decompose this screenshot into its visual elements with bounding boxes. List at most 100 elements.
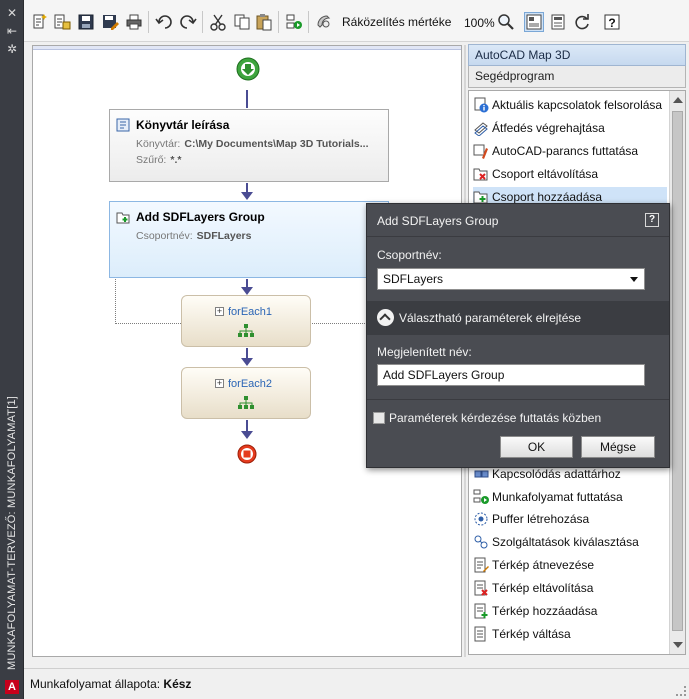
toolbar: Ráközelítés mértéke 100% ? — [24, 0, 689, 42]
flow-connector — [241, 279, 253, 295]
properties-icon[interactable] — [548, 12, 568, 32]
map-switch-icon — [473, 626, 489, 642]
ok-button[interactable]: OK — [500, 436, 573, 458]
activity-properties-popup: Add SDFLayers Group ? Csoportnév: SDFLay… — [366, 203, 670, 468]
activity-list-item-label: Térkép átnevezése — [492, 558, 595, 572]
workflow-end-icon[interactable] — [237, 444, 257, 464]
activity-list-item-label: Térkép hozzáadása — [492, 604, 598, 618]
activity-list-scrollbar[interactable] — [669, 91, 685, 654]
activity-list-item[interactable]: Térkép hozzáadása — [473, 601, 667, 621]
copy-icon[interactable] — [232, 12, 252, 32]
activity-list-item[interactable]: AutoCAD-parancs futtatása — [473, 141, 667, 161]
activity-list-item[interactable]: Átfedés végrehajtása — [473, 118, 667, 138]
activity-list-item[interactable]: Térkép átnevezése — [473, 555, 667, 575]
flow-connector — [241, 420, 253, 439]
flow-connector — [241, 348, 253, 366]
auto-hide-icon[interactable]: ⇤ — [5, 24, 19, 38]
collapse-up-icon[interactable] — [377, 309, 394, 326]
chevron-down-icon — [630, 277, 638, 282]
activity-list-item-label: Szolgáltatások kiválasztása — [492, 535, 639, 549]
zoom-tool-icon[interactable] — [314, 12, 334, 32]
flow-connector — [241, 183, 253, 200]
cancel-button[interactable]: Mégse — [581, 436, 655, 458]
optional-params-label: Választható paraméterek elrejtése — [399, 311, 582, 325]
library-filter-row: Szűrő: *.* — [136, 154, 182, 166]
map-rename-icon — [473, 557, 489, 573]
settings-icon[interactable]: ✲ — [5, 42, 19, 56]
save-as-icon[interactable] — [100, 12, 120, 32]
connect-icon — [473, 466, 489, 482]
buffer-icon — [473, 511, 489, 527]
add-group-activity[interactable]: Add SDFLayers Group Csoportnév: SDFLayers — [109, 201, 389, 278]
expand-icon[interactable]: + — [215, 379, 224, 388]
new-icon[interactable] — [30, 12, 50, 32]
activity-list-item-label: Térkép eltávolítása — [492, 581, 594, 595]
workflow-start-icon[interactable] — [236, 57, 260, 81]
run-icon[interactable] — [284, 12, 304, 32]
expand-icon[interactable]: + — [215, 307, 224, 316]
paste-icon[interactable] — [254, 12, 274, 32]
activity-list-item-label: Térkép váltása — [492, 627, 571, 641]
activity-list-item[interactable]: Munkafolyamat futtatása — [473, 487, 667, 507]
network-icon — [238, 396, 254, 409]
catalog-category[interactable]: Segédprogram — [468, 66, 686, 88]
scroll-up-icon[interactable] — [673, 97, 683, 103]
zoom-magnifier-icon[interactable] — [496, 12, 516, 32]
scroll-down-icon[interactable] — [673, 642, 683, 648]
prompt-at-runtime-label: Paraméterek kérdezése futtatás közben — [389, 411, 602, 425]
foreach1-label: forEach1 — [228, 306, 273, 318]
activity-list-item-label: Munkafolyamat futtatása — [492, 490, 623, 504]
foreach2-label: forEach2 — [228, 378, 273, 390]
cut-icon[interactable] — [208, 12, 228, 32]
optional-params-section[interactable]: Választható paraméterek elrejtése — [367, 301, 669, 335]
foreach1-activity[interactable]: + forEach1 — [181, 295, 311, 347]
activity-list-item-label: Kapcsolódás adattárhoz — [492, 467, 621, 481]
display-name-label: Megjelenített név: — [377, 345, 472, 359]
scroll-thumb[interactable] — [672, 111, 683, 631]
print-icon[interactable] — [124, 12, 144, 32]
display-name-input[interactable]: Add SDFLayers Group — [377, 364, 645, 386]
new-from-icon[interactable] — [52, 12, 72, 32]
zoom-label: Ráközelítés mértéke — [342, 15, 452, 29]
popup-title: Add SDFLayers Group — [377, 214, 499, 228]
status-bar: Munkafolyamat állapota: Kész — [24, 668, 689, 699]
prompt-at-runtime-checkbox[interactable] — [373, 412, 385, 424]
library-activity[interactable]: Könyvtár leírása Könyvtár: C:\My Document… — [109, 109, 389, 182]
activity-list-item[interactable]: Csoport eltávolítása — [473, 164, 667, 184]
save-icon[interactable] — [76, 12, 96, 32]
activity-list-item[interactable]: Térkép eltávolítása — [473, 578, 667, 598]
refresh-icon[interactable] — [572, 12, 592, 32]
help-icon[interactable]: ? — [602, 12, 622, 32]
group-name-row: Csoportnév: SDFLayers — [136, 230, 252, 242]
group-name-select[interactable]: SDFLayers — [377, 268, 645, 290]
activity-list-item[interactable]: Szolgáltatások kiválasztása — [473, 532, 667, 552]
group-add-icon — [116, 212, 130, 224]
activity-list-item[interactable]: Térkép váltása — [473, 624, 667, 644]
group-title: Add SDFLayers Group — [136, 210, 265, 224]
activity-list-item-label: Átfedés végrehajtása — [492, 121, 605, 135]
toggle-view-icon[interactable] — [524, 12, 544, 32]
library-title: Könyvtár leírása — [136, 118, 230, 132]
map-remove-icon — [473, 580, 489, 596]
run-workflow-icon — [473, 489, 489, 505]
network-icon — [238, 324, 254, 337]
palette-title-strip: ✕ ⇤ ✲ MUNKAFOLYAMAT-TERVEZŐ: MUNKAFOLYAM… — [0, 0, 24, 699]
resize-grip-icon[interactable] — [676, 686, 686, 696]
autocad-logo-icon: A — [5, 680, 19, 694]
close-icon[interactable]: ✕ — [5, 6, 19, 20]
group-name-label: Csoportnév: — [377, 248, 442, 262]
library-path-row: Könyvtár: C:\My Documents\Map 3D Tutorial… — [136, 138, 369, 150]
redo-icon[interactable] — [178, 12, 198, 32]
catalog-header[interactable]: AutoCAD Map 3D — [468, 44, 686, 66]
svg-text:?: ? — [608, 16, 615, 30]
window-vertical-title: MUNKAFOLYAMAT-TERVEZŐ: MUNKAFOLYAMAT[1] — [6, 395, 18, 671]
activity-list-item-label: Csoport hozzáadása — [492, 190, 603, 204]
activity-list-item[interactable]: Aktuális kapcsolatok felsorolása — [473, 95, 667, 115]
activity-list-item[interactable]: Puffer létrehozása — [473, 509, 667, 529]
autocad-command-icon — [473, 143, 489, 159]
foreach2-activity[interactable]: + forEach2 — [181, 367, 311, 419]
select-features-icon — [473, 534, 489, 550]
zoom-value[interactable]: 100% — [464, 16, 495, 30]
popup-help-icon[interactable]: ? — [645, 213, 659, 227]
undo-icon[interactable] — [154, 12, 174, 32]
